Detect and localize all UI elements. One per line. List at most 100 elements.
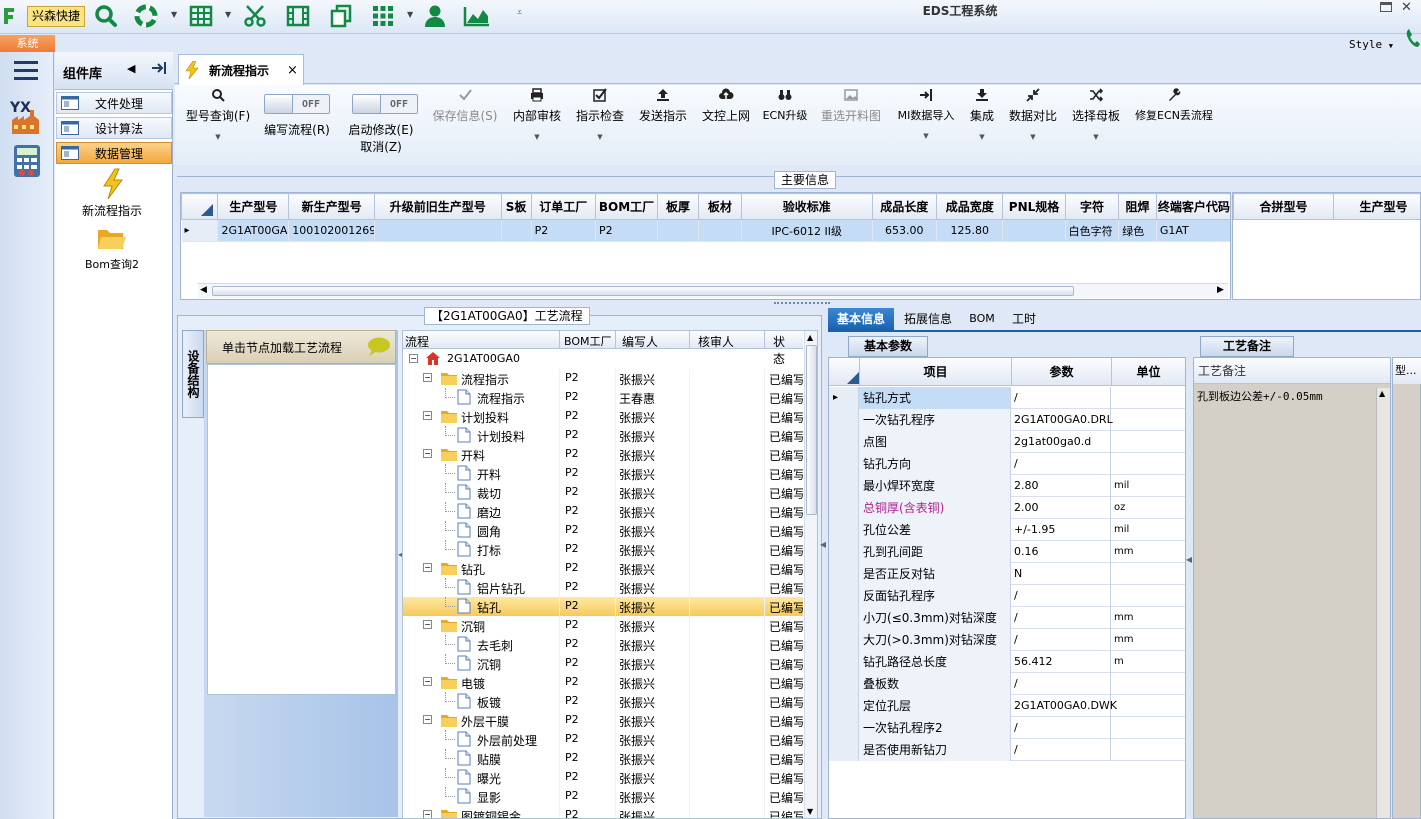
param-row[interactable]: 反面钻孔程序 /	[829, 585, 1185, 607]
column-header[interactable]: 单位	[1111, 358, 1185, 386]
scroll-up-icon[interactable]: ▲	[1379, 389, 1385, 398]
save-info-button[interactable]: 保存信息(S)	[430, 88, 500, 124]
param-value[interactable]: 56.412	[1011, 651, 1111, 673]
tree-row[interactable]: 沉铜 P2 张振兴 已编写	[403, 654, 803, 673]
table-cell[interactable]: P2	[531, 219, 596, 242]
collapse-icon[interactable]: −	[423, 620, 432, 629]
folder-open-icon[interactable]	[97, 226, 127, 252]
tab-process-remarks[interactable]: 工艺备注	[1200, 336, 1294, 357]
overflow-icon[interactable]: ⩡	[517, 8, 522, 18]
start-modify-toggle[interactable]: OFF	[352, 94, 418, 114]
param-value[interactable]: /	[1011, 739, 1111, 761]
tree-row[interactable]: 裁切 P2 张振兴 已编写	[403, 483, 803, 502]
tab-new-flow[interactable]: 新流程指示 ×	[178, 54, 304, 85]
vertical-scrollbar[interactable]: ▲ ▼	[804, 331, 817, 818]
model-query-button[interactable]: 型号查询(F) ▼	[184, 88, 252, 141]
subtab-basic-params[interactable]: 基本参数	[848, 336, 928, 357]
column-header[interactable]: 参数	[1011, 358, 1111, 386]
select-all-icon[interactable]	[847, 372, 859, 384]
param-value[interactable]: 2.00	[1011, 497, 1111, 519]
minimize-icon[interactable]	[1380, 2, 1392, 12]
tree-row[interactable]: 去毛刺 P2 张振兴 已编写	[403, 635, 803, 654]
table-icon[interactable]	[188, 3, 214, 29]
comp-item-data-management[interactable]: 数据管理	[56, 142, 172, 164]
param-row[interactable]: 总铜厚(含表铜) 2.00 oz	[829, 497, 1185, 519]
collapse-left-icon[interactable]: ◀	[127, 62, 135, 75]
table-cell[interactable]	[698, 219, 742, 242]
param-row[interactable]: 是否使用新钻刀 /	[829, 739, 1185, 761]
tree-row[interactable]: 磨边 P2 张振兴 已编写	[403, 502, 803, 521]
param-row[interactable]: 孔到孔间距 0.16 mm	[829, 541, 1185, 563]
chevron-down-icon[interactable]: ▼	[893, 132, 959, 140]
send-instruction-button[interactable]: 发送指示	[636, 88, 690, 124]
fix-ecn-flow-button[interactable]: 修复ECN丢流程	[1132, 88, 1216, 123]
column-header[interactable]: S板	[500, 193, 532, 220]
column-header[interactable]: 字符	[1064, 193, 1120, 220]
comp-item-file-processing[interactable]: 文件处理	[56, 92, 172, 114]
param-row[interactable]: 点图 2g1at00ga0.d	[829, 431, 1185, 453]
table-cell[interactable]	[1002, 219, 1066, 242]
tree-row[interactable]: − 外层干膜 P2 张振兴 已编写	[403, 711, 803, 730]
chevron-down-icon[interactable]: ▼	[510, 133, 564, 141]
scrollbar-thumb[interactable]	[806, 345, 817, 515]
tree-row[interactable]: − 钻孔 P2 张振兴 已编写	[403, 559, 803, 578]
system-tab[interactable]: 系统	[0, 35, 55, 52]
param-row[interactable]: ▸ 钻孔方式 /	[829, 387, 1185, 409]
cancel-button[interactable]: 取消(Z)	[355, 138, 407, 155]
table-cell[interactable]	[374, 219, 502, 242]
param-row[interactable]: 叠板数 /	[829, 673, 1185, 695]
tree-row[interactable]: − 开料 P2 张振兴 已编写	[403, 445, 803, 464]
table-row[interactable]: ▸2G1AT00GA010010200126932 P2P2 IPC-6012 II…	[181, 219, 1230, 242]
column-header[interactable]: 新生产型号	[288, 193, 376, 220]
chevron-down-icon[interactable]: ▼	[1069, 133, 1123, 141]
table-cell[interactable]: 10010200126932	[288, 219, 376, 242]
tree-row[interactable]: − 沉铜 P2 张振兴 已编写	[403, 616, 803, 635]
vertical-scrollbar[interactable]: ▲	[1376, 388, 1390, 818]
table-cell[interactable]	[657, 219, 699, 242]
tab-extended-info[interactable]: 拓展信息	[896, 308, 960, 330]
collapse-icon[interactable]: −	[423, 677, 432, 686]
collapse-icon[interactable]: −	[423, 411, 432, 420]
column-header[interactable]: 升级前旧生产型号	[374, 193, 502, 220]
column-header[interactable]: 阻焊	[1118, 193, 1157, 220]
close-icon[interactable]: ✕	[1401, 0, 1412, 15]
column-header[interactable]: 型...	[1393, 358, 1421, 384]
chart-icon[interactable]	[462, 3, 492, 29]
table-cell[interactable]: 2G1AT00GA0	[217, 219, 290, 242]
tree-row[interactable]: − 计划投料 P2 张振兴 已编写	[403, 407, 803, 426]
param-row[interactable]: 钻孔方向 /	[829, 453, 1185, 475]
edit-flow-toggle[interactable]: OFF	[264, 94, 330, 114]
param-row[interactable]: 一次钻孔程序 2G1AT00GA0.DRL	[829, 409, 1185, 431]
table-cell[interactable]: IPC-6012 II级	[741, 219, 873, 242]
data-compare-button[interactable]: 数据对比 ▼	[1006, 88, 1060, 141]
tree-row[interactable]: 外层前处理 P2 张振兴 已编写	[403, 730, 803, 749]
param-row[interactable]: 大刀(>0.3mm)对钻深度 / mm	[829, 629, 1185, 651]
lightning-icon[interactable]	[100, 168, 126, 200]
launcher-bom-query[interactable]: Bom查询2	[60, 256, 164, 272]
tab-close-icon[interactable]: ×	[287, 63, 298, 78]
param-value[interactable]: +/-1.95	[1011, 519, 1111, 541]
comp-item-design-algorithm[interactable]: 设计算法	[56, 117, 172, 139]
column-header[interactable]: 验收标准	[740, 193, 873, 220]
ecn-upgrade-button[interactable]: ECN升级	[761, 88, 809, 123]
table-cell[interactable]: 白色字符	[1065, 219, 1120, 242]
menu-icon[interactable]	[14, 61, 38, 81]
tree-row[interactable]: 显影 P2 张振兴 已编写	[403, 787, 803, 806]
param-row[interactable]: 一次钻孔程序2/	[829, 717, 1185, 739]
param-value[interactable]: 2G1AT00GA0.DRL	[1011, 409, 1113, 431]
param-value[interactable]: 2g1at00ga0.d	[1011, 431, 1111, 453]
param-row[interactable]: 小刀(≤0.3mm)对钻深度 / mm	[829, 607, 1185, 629]
param-row[interactable]: 孔位公差 +/-1.95 mil	[829, 519, 1185, 541]
scroll-up-icon[interactable]: ▲	[807, 333, 813, 342]
integrate-button[interactable]: 集成 ▼	[966, 88, 998, 141]
table-cell[interactable]: 绿色	[1118, 219, 1157, 242]
param-row[interactable]: 是否正反对钻 N	[829, 563, 1185, 585]
chevron-down-icon[interactable]: ▼	[184, 133, 252, 141]
column-header[interactable]: PNL规格	[1002, 193, 1066, 220]
launcher-new-flow[interactable]: 新流程指示	[60, 202, 164, 219]
column-header[interactable]: 成品宽度	[935, 193, 1004, 220]
lifebuoy-icon[interactable]	[133, 3, 159, 29]
tree-row[interactable]: 打标 P2 张振兴 已编写	[403, 540, 803, 559]
tree-row[interactable]: 流程指示 P2 王春惠 已编写	[403, 388, 803, 407]
collapse-icon[interactable]: −	[423, 715, 432, 724]
